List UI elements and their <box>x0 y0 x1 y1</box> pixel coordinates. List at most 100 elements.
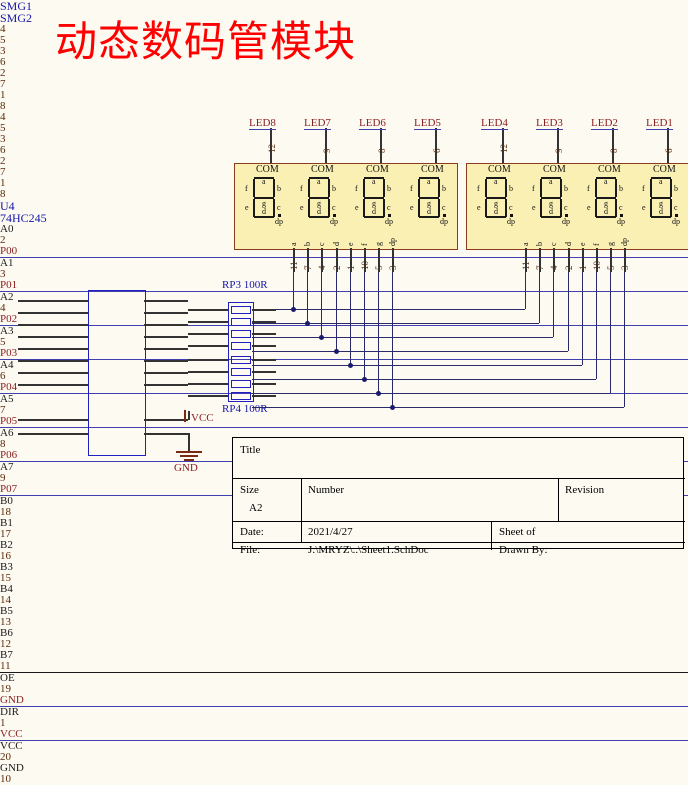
segment-label: e <box>642 203 646 212</box>
ic-pin-wire <box>18 348 88 350</box>
segment-label: b <box>619 184 623 193</box>
segment-label: dp <box>507 217 515 226</box>
resistor-pack-label: RP3 100R <box>222 279 268 291</box>
segment-pin-label: e <box>577 242 587 246</box>
segment-pin-label: dp <box>620 238 630 246</box>
resistor-left-lead <box>188 321 228 323</box>
com-label: COM <box>653 164 676 175</box>
ic-pin-wire <box>18 372 88 374</box>
segment-d <box>596 216 616 218</box>
segment-label: c <box>619 203 623 212</box>
wire-junction <box>333 349 339 354</box>
title-block-number-label: Number <box>308 484 345 496</box>
segment-label: d <box>659 207 663 216</box>
segment-pin-wire <box>525 248 527 272</box>
segment-label: a <box>372 177 376 186</box>
com-pin-wire <box>380 128 382 163</box>
segment-b <box>615 179 617 197</box>
com-label: COM <box>543 164 566 175</box>
ic-pin-name: B7 <box>0 649 13 661</box>
segment-d <box>254 216 274 218</box>
segment-d <box>486 216 506 218</box>
ic-pin-number: 12 <box>0 638 11 650</box>
segment-label: dp <box>562 217 570 226</box>
segment-label: e <box>477 203 481 212</box>
com-pin-number: 9 <box>322 148 332 154</box>
segment-b <box>438 179 440 197</box>
segment-label: d <box>494 207 498 216</box>
resistor-right-pin-number: 6 <box>0 144 6 156</box>
resistor-right-pin-number: 7 <box>0 78 6 90</box>
resistor-left-pin-number: 2 <box>0 67 6 79</box>
segment-c <box>328 199 330 217</box>
segment-bus-line <box>252 393 611 394</box>
resistor-left-pin-number: 4 <box>0 111 6 123</box>
ic-pin-wire <box>144 384 188 386</box>
ic-control-wire <box>144 433 188 435</box>
resistor-right-lead <box>252 345 276 347</box>
segment-f <box>595 179 597 197</box>
segment-label: d <box>317 207 321 216</box>
gnd-stem <box>188 433 190 451</box>
segment-bus-line <box>252 379 596 380</box>
gnd-label: GND <box>174 462 198 474</box>
segment-label: e <box>532 203 536 212</box>
ic-control-pin-number: 1 <box>0 717 6 729</box>
segment-pin-label: b <box>535 242 545 246</box>
resistor-right-lead <box>252 333 276 335</box>
title-block-vrule-1 <box>301 478 302 542</box>
wire-junction <box>362 377 367 382</box>
com-pin-number: 9 <box>554 148 564 154</box>
gnd-symbol-bar3 <box>184 459 194 461</box>
segment-label: f <box>245 184 248 193</box>
ic-body-74hc245 <box>88 290 146 456</box>
segment-bus-line <box>252 365 582 366</box>
led-designator: LED1 <box>646 117 673 130</box>
segment-pin-wire <box>567 248 570 272</box>
segment-label: b <box>442 184 446 193</box>
segment-label: c <box>387 203 391 212</box>
segment-e <box>308 199 310 217</box>
segment-label: c <box>674 203 678 212</box>
segment-d <box>541 216 561 218</box>
resistor-left-pin-number: 1 <box>0 89 6 101</box>
segment-pin-wire <box>321 248 324 272</box>
led-designator: LED7 <box>304 117 331 130</box>
segment-f <box>650 179 652 197</box>
vcc-stem <box>188 411 190 420</box>
ic-control-pin-number: 19 <box>0 683 11 695</box>
resistor-left-lead <box>188 371 228 373</box>
segment-label: dp <box>330 217 338 226</box>
segment-d <box>364 216 384 218</box>
segment-pin-wire <box>553 248 556 272</box>
resistor-element <box>231 380 251 388</box>
ic-pin-wire <box>144 360 188 362</box>
title-block-revision-label: Revision <box>565 484 605 496</box>
ic-pin-number: 15 <box>0 572 11 584</box>
ic-pin-wire <box>144 300 188 302</box>
ic-control-pin-number: 20 <box>0 751 11 763</box>
segment-bus-drop <box>539 272 541 323</box>
segment-c <box>438 199 440 217</box>
resistor-right-lead <box>252 383 276 385</box>
com-label: COM <box>366 164 389 175</box>
segment-d <box>419 216 439 218</box>
resistor-pack-label: RP4 100R <box>222 403 268 415</box>
ic-pin-wire <box>18 360 88 362</box>
com-pin-number: 8 <box>609 148 619 154</box>
net-label: GND <box>0 695 688 707</box>
segment-label: f <box>477 184 480 193</box>
com-pin-wire <box>612 128 614 163</box>
ic-pin-wire <box>18 300 88 302</box>
segment-label: dp <box>385 217 393 226</box>
segment-pin-label: a <box>289 242 298 246</box>
ic-pin-number: 3 <box>0 268 6 280</box>
segment-bus-drop <box>364 272 365 379</box>
segment-label: b <box>332 184 336 193</box>
segment-pin-wire <box>378 248 381 272</box>
title-block-date-value: 2021/4/27 <box>308 526 353 538</box>
segment-pin-wire <box>596 248 598 272</box>
ic-control-wire <box>144 419 188 421</box>
segment-bus-drop <box>378 272 380 393</box>
com-label: COM <box>311 164 334 175</box>
